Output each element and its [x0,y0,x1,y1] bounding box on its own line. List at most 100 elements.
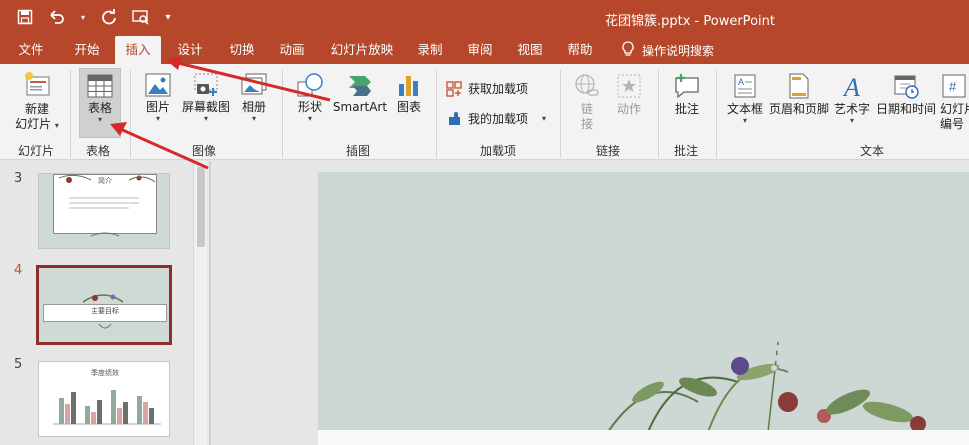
new-slide-button[interactable]: 新建 幻灯片 ▾ [10,70,64,132]
star-action-icon [617,74,641,98]
shapes-button[interactable]: 形状 ▾ [292,72,328,123]
undo-dropdown-icon[interactable]: ▾ [78,6,88,28]
chevron-down-icon: ▾ [307,114,312,123]
chart-icon [399,76,418,96]
get-addins-button[interactable]: 获取加载项 [446,80,528,97]
chart-label: 图表 [396,100,421,114]
svg-text:#: # [949,79,957,94]
tab-view[interactable]: 视图 [510,36,550,64]
tab-design[interactable]: 设计 [170,36,210,64]
group-label-images: 图像 [192,144,217,158]
chevron-down-icon: ▾ [97,115,102,124]
scrollbar-thumb[interactable] [197,167,205,247]
chevron-down-icon: ▾ [155,114,160,123]
header-footer-button[interactable]: 页眉和页脚 [768,72,830,117]
tab-file[interactable]: 文件 [8,36,54,64]
link-button: 链 接 [570,72,604,132]
chart-button[interactable]: 图表 [392,72,426,115]
smartart-icon [349,76,371,96]
action-label: 动作 [616,102,641,116]
group-label-comments: 批注 [674,144,699,158]
get-addins-label: 获取加载项 [468,82,529,96]
screenshot-button[interactable]: 屏幕截图 ▾ [180,72,232,123]
link-label-2: 接 [580,117,593,131]
table-icon [87,74,113,98]
flower-decoration-icon [607,342,926,432]
datetime-button[interactable]: 日期和时间 [874,72,938,117]
group-label-slides: 幻灯片 [18,144,55,158]
divider [130,70,131,158]
undo-icon[interactable] [46,6,68,28]
customize-icon[interactable]: ▾ [162,6,174,28]
new-slide-label-2: 幻灯片 ▾ [15,117,59,131]
textbox-button[interactable]: A 文本框 ▾ [724,72,766,125]
store-icon [446,80,462,97]
tab-home[interactable]: 开始 [62,36,112,64]
tell-me-label: 操作说明搜索 [642,43,715,58]
lightbulb-icon [622,40,634,60]
tab-record[interactable]: 录制 [410,36,450,64]
divider [716,70,717,158]
divider [282,70,283,158]
table-button[interactable]: 表格 ▾ [79,68,121,138]
album-icon [241,73,267,95]
slide-thumbnail[interactable]: 季度绩效 [38,361,170,437]
title-bar: ▾ ▾ 花团锦簇.pptx - PowerPoint [0,0,969,36]
tab-help[interactable]: 帮助 [560,36,600,64]
datetime-label: 日期和时间 [875,102,936,116]
shapes-label: 形状 [297,100,322,114]
slide-canvas[interactable] [318,172,969,445]
save-icon[interactable] [14,6,36,28]
comment-button[interactable]: 批注 [668,72,706,117]
smartart-button[interactable]: SmartArt [332,72,388,115]
screenshot-icon [194,73,218,96]
window-title: 花团锦簇.pptx - PowerPoint [605,14,775,29]
comment-icon [675,74,699,99]
group-label-illustrations: 插图 [346,144,371,158]
tab-insert[interactable]: 插入 [115,36,161,64]
header-footer-icon [789,73,809,99]
globe-link-icon [575,74,599,96]
present-icon[interactable] [130,6,152,28]
album-button[interactable]: 相册 ▾ [236,72,272,123]
link-label: 链 [580,102,593,116]
slide-number-active: 4 [14,263,23,278]
tell-me-search[interactable]: 操作说明搜索 [622,36,714,64]
tab-slideshow[interactable]: 幻灯片放映 [326,36,398,64]
chevron-down-icon: ▾ [742,116,747,125]
slide-thumbnail-selected[interactable]: 主要目标 [36,265,172,345]
slide-thumbnail[interactable]: 简介 [38,173,170,249]
quick-access-toolbar: ▾ ▾ [14,6,174,28]
redo-icon[interactable] [98,6,120,28]
picture-icon [145,73,171,97]
tab-animations[interactable]: 动画 [272,36,312,64]
chevron-down-icon: ▾ [203,114,208,123]
wordart-icon: A [842,73,860,100]
my-addins-label: 我的加载项 [468,112,529,126]
wordart-button[interactable]: A 艺术字 ▾ [832,72,872,125]
my-addins-button[interactable]: 我的加载项 ▾ [446,110,546,127]
tab-review[interactable]: 审阅 [460,36,500,64]
slide-number: 3 [14,171,23,186]
action-button: 动作 [612,72,646,117]
thumbnail-scrollbar[interactable] [193,161,207,445]
pane-divider[interactable] [209,161,211,445]
group-label-text: 文本 [860,144,885,158]
chevron-down-icon: ▾ [251,114,256,123]
textbox-label: 文本框 [726,102,763,116]
table-label: 表格 [87,101,112,115]
ribbon: 新建 幻灯片 ▾ 幻灯片 表格 ▾ 表格 图片 ▾ 屏幕截图 ▾ 相册 ▾ 图像… [0,64,969,160]
divider [70,70,71,158]
header-footer-label: 页眉和页脚 [768,102,829,116]
slide-number-button[interactable]: # 幻灯片 编号 [940,72,969,132]
pictures-button[interactable]: 图片 ▾ [140,72,176,123]
divider [658,70,659,158]
group-label-tables: 表格 [86,144,111,158]
bar-chart-icon [53,390,161,425]
pictures-label: 图片 [145,100,170,114]
group-label-addins: 加载项 [480,144,517,158]
tab-transitions[interactable]: 切换 [222,36,262,64]
divider [560,70,561,158]
new-slide-label: 新建 [24,102,49,116]
svg-text:A: A [738,77,744,87]
